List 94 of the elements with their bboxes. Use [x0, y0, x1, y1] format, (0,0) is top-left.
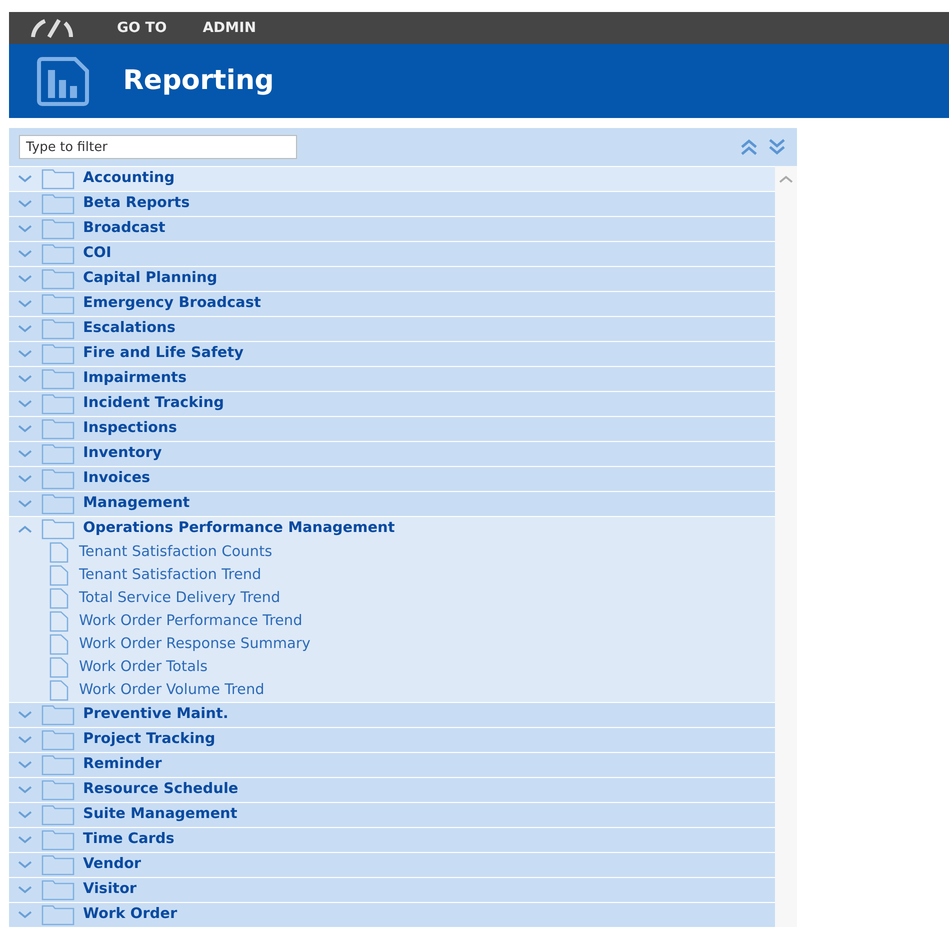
- expand-chevron-icon[interactable]: [17, 710, 33, 720]
- document-icon: [49, 680, 69, 701]
- document-icon: [49, 611, 69, 632]
- folder-icon: [41, 879, 75, 901]
- folder-row[interactable]: Broadcast: [9, 217, 775, 241]
- folder-icon: [41, 293, 75, 315]
- folder-row[interactable]: Accounting: [9, 167, 775, 191]
- expand-chevron-icon[interactable]: [17, 735, 33, 745]
- document-icon: [49, 634, 69, 655]
- report-item[interactable]: Total Service Delivery Trend: [9, 587, 775, 610]
- folder-icon: [41, 268, 75, 290]
- expand-chevron-icon[interactable]: [17, 810, 33, 820]
- expand-chevron-icon[interactable]: [17, 199, 33, 209]
- expand-chevron-icon[interactable]: [17, 224, 33, 234]
- folder-row[interactable]: Beta Reports: [9, 192, 775, 216]
- expand-chevron-icon[interactable]: [17, 249, 33, 259]
- expand-chevron-icon[interactable]: [17, 499, 33, 509]
- folder-icon: [41, 218, 75, 240]
- folder-row[interactable]: Reminder: [9, 753, 775, 777]
- folder-row[interactable]: Inventory: [9, 442, 775, 466]
- folder-row[interactable]: Emergency Broadcast: [9, 292, 775, 316]
- report-item[interactable]: Work Order Response Summary: [9, 633, 775, 656]
- menu-link[interactable]: GO TO: [117, 18, 167, 38]
- folder-row[interactable]: Invoices: [9, 467, 775, 491]
- folder-row[interactable]: Management: [9, 492, 775, 516]
- folder-icon: [41, 704, 75, 726]
- folder-row[interactable]: Vendor: [9, 853, 775, 877]
- report-chart-icon: [37, 56, 91, 106]
- report-item[interactable]: Tenant Satisfaction Trend: [9, 564, 775, 587]
- folder-icon: [41, 468, 75, 490]
- expand-chevron-icon[interactable]: [17, 299, 33, 309]
- folder-icon: [41, 518, 75, 540]
- expand-chevron-icon[interactable]: [17, 785, 33, 795]
- scrollbar[interactable]: [775, 166, 797, 927]
- expand-chevron-icon[interactable]: [17, 274, 33, 284]
- folder-icon: [41, 493, 75, 515]
- page-title: Reporting: [123, 64, 274, 98]
- folder-icon: [41, 418, 75, 440]
- expand-chevron-icon[interactable]: [17, 760, 33, 770]
- expand-chevron-icon[interactable]: [17, 449, 33, 459]
- expand-chevron-icon[interactable]: [17, 174, 33, 184]
- folder-row[interactable]: Operations Performance Management: [9, 517, 775, 541]
- folder-row[interactable]: Impairments: [9, 367, 775, 391]
- folder-row[interactable]: Suite Management: [9, 803, 775, 827]
- folder-icon: [41, 193, 75, 215]
- folder-icon: [41, 318, 75, 340]
- expand-chevron-icon[interactable]: [17, 835, 33, 845]
- expand-chevron-icon[interactable]: [17, 885, 33, 895]
- folder-icon: [41, 343, 75, 365]
- folder-icon: [41, 168, 75, 190]
- folder-row[interactable]: Capital Planning: [9, 267, 775, 291]
- expand-chevron-icon[interactable]: [17, 324, 33, 334]
- folder-icon: [41, 804, 75, 826]
- folder-row[interactable]: Project Tracking: [9, 728, 775, 752]
- expand-chevron-icon[interactable]: [17, 349, 33, 359]
- expand-chevron-icon[interactable]: [17, 424, 33, 434]
- collapse-chevron-icon[interactable]: [17, 524, 33, 534]
- document-icon: [49, 565, 69, 586]
- document-icon: [49, 542, 69, 563]
- folder-icon: [41, 829, 75, 851]
- report-item[interactable]: Work Order Totals: [9, 656, 775, 679]
- folder-icon: [41, 779, 75, 801]
- filter-field[interactable]: Type to filter: [19, 135, 297, 159]
- folder-icon: [41, 443, 75, 465]
- folder-icon: [41, 368, 75, 390]
- document-icon: [49, 588, 69, 609]
- expand-chevron-icon[interactable]: [17, 910, 33, 920]
- folder-row[interactable]: Incident Tracking: [9, 392, 775, 416]
- folder-row[interactable]: Inspections: [9, 417, 775, 441]
- folder-row[interactable]: Visitor: [9, 878, 775, 902]
- folder-row[interactable]: Resource Schedule: [9, 778, 775, 802]
- folder-row[interactable]: Fire and Life Safety: [9, 342, 775, 366]
- folder-row[interactable]: Preventive Maint.: [9, 703, 775, 727]
- folder-row[interactable]: Escalations: [9, 317, 775, 341]
- folder-row[interactable]: COI: [9, 242, 775, 266]
- expand-chevron-icon[interactable]: [17, 374, 33, 384]
- report-item[interactable]: Tenant Satisfaction Counts: [9, 541, 775, 564]
- folder-icon: [41, 729, 75, 751]
- folder-row[interactable]: Time Cards: [9, 828, 775, 852]
- report-item[interactable]: Work Order Performance Trend: [9, 610, 775, 633]
- folder-icon: [41, 854, 75, 876]
- document-icon: [49, 657, 69, 678]
- expand-chevron-icon[interactable]: [17, 860, 33, 870]
- folder-icon: [41, 754, 75, 776]
- folder-icon: [41, 904, 75, 926]
- menu-link[interactable]: ADMIN: [202, 18, 256, 38]
- report-item[interactable]: Work Order Volume Trend: [9, 679, 775, 702]
- folder-icon: [41, 393, 75, 415]
- expand-chevron-icon[interactable]: [17, 474, 33, 484]
- gauge-icon[interactable]: [29, 17, 75, 39]
- scroll-up-icon[interactable]: [778, 174, 794, 184]
- folder-row[interactable]: Work Order: [9, 903, 775, 927]
- folder-icon: [41, 243, 75, 265]
- expand-chevron-icon[interactable]: [17, 399, 33, 409]
